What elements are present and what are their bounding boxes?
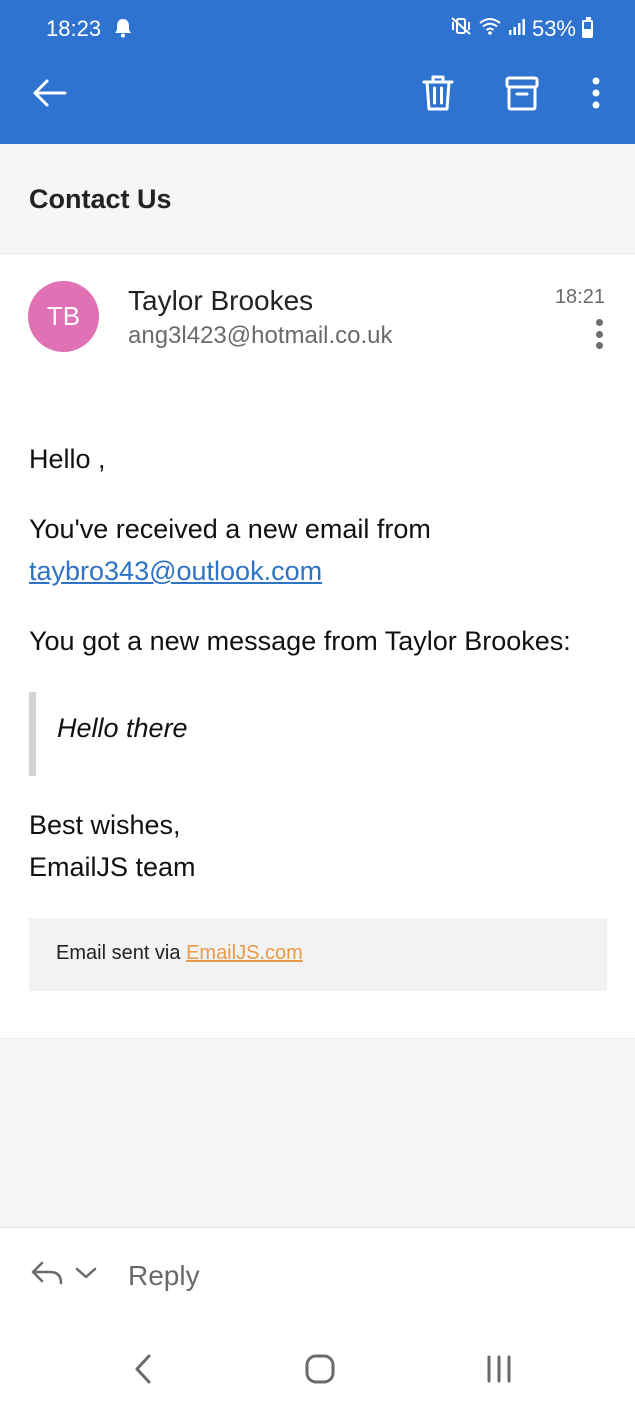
nav-recents-button[interactable]	[479, 1351, 519, 1391]
email-subject: Contact Us	[29, 184, 172, 214]
battery-percent: 53%	[531, 16, 576, 41]
more-options-button[interactable]	[573, 72, 619, 118]
more-dot	[595, 330, 603, 338]
footer-text: Email sent via EmailJS.com	[56, 942, 303, 965]
reply-bar: Reply	[0, 1229, 635, 1329]
nav-home-icon	[305, 1354, 335, 1389]
nav-back-icon	[133, 1353, 153, 1390]
new-message-line: You got a new message from Taylor Brooke…	[29, 626, 571, 656]
email-greeting: Hello ,	[29, 444, 106, 474]
received-prefix: You've received a new email from	[29, 514, 431, 544]
nav-recents-icon	[484, 1354, 514, 1389]
received-line: You've received a new email from taybro3…	[29, 508, 619, 592]
vibrate-mute-icon	[450, 16, 472, 42]
sender-avatar[interactable]: TB	[28, 281, 99, 352]
delete-trash-icon	[421, 74, 455, 117]
more-dot	[595, 319, 603, 326]
empty-thread-area	[0, 1038, 635, 1228]
sender-email-link[interactable]: taybro343@outlook.com	[29, 556, 322, 586]
back-button[interactable]	[26, 72, 72, 118]
chevron-down-icon[interactable]	[74, 1265, 98, 1286]
archive-icon	[505, 75, 539, 116]
notification-bell-icon	[114, 18, 132, 38]
subject-bar: Contact Us	[0, 144, 635, 254]
message-time: 18:21	[554, 286, 605, 308]
nav-home-button[interactable]	[300, 1351, 340, 1391]
app-header: 18:23 53%	[0, 0, 635, 144]
reply-label[interactable]: Reply	[128, 1260, 200, 1292]
archive-button[interactable]	[499, 72, 545, 118]
emailjs-link[interactable]: EmailJS.com	[186, 942, 303, 964]
quote-text: Hello there	[57, 713, 188, 743]
status-time: 18:23	[46, 16, 102, 41]
delete-button[interactable]	[415, 72, 461, 118]
system-nav-bar	[0, 1329, 635, 1412]
footer-prefix: Email sent via	[56, 942, 181, 964]
wifi-icon	[478, 16, 502, 42]
sender-email[interactable]: ang3l423@hotmail.co.uk	[128, 322, 393, 350]
message-quote: Hello there	[29, 692, 589, 776]
reply-arrow-icon	[30, 1259, 64, 1292]
status-bar: 18:23 53%	[0, 0, 635, 58]
back-arrow-icon	[31, 78, 67, 113]
signoff-line-2: EmailJS team	[29, 852, 196, 882]
sender-name[interactable]: Taylor Brookes	[128, 285, 313, 317]
status-right-group: 53%	[450, 16, 593, 42]
battery-icon	[582, 17, 593, 38]
reply-button[interactable]: Reply	[30, 1259, 200, 1292]
signal-icon	[508, 16, 526, 42]
email-footer: Email sent via EmailJS.com	[29, 918, 607, 991]
more-dot	[595, 342, 603, 349]
message-more-button[interactable]	[586, 315, 612, 353]
more-vertical-icon	[591, 77, 601, 114]
nav-back-button[interactable]	[123, 1351, 163, 1391]
signoff-line-1: Best wishes,	[29, 810, 181, 840]
